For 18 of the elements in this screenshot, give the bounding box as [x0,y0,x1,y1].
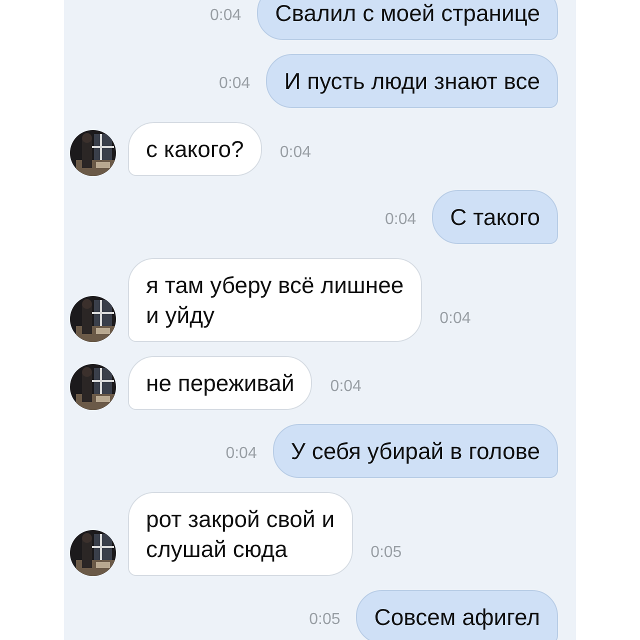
message-time: 0:04 [226,445,257,463]
message-bubble: рот закрой свой и слушай сюда [128,492,353,576]
message-bubble: И пусть люди знают все [266,54,558,108]
message-time: 0:04 [440,310,471,328]
message-time: 0:05 [370,544,402,562]
message-time: 0:04 [210,7,242,25]
message-bubble: я там уберу всё лишнее и уйду [128,258,422,342]
message-bubble: С такого [432,190,558,244]
message-time: 0:04 [330,378,362,396]
message-time: 0:04 [280,144,311,162]
message-bubble: не переживай [128,356,312,410]
message-bubble: Свалил с моей странице [257,0,558,40]
message-time: 0:05 [309,611,340,629]
message-time: 0:04 [385,211,416,229]
message-bubble: У себя убирай в голове [272,424,558,478]
message-bubble: Совсем афигел [356,590,558,640]
message-time: 0:04 [219,75,250,93]
message-bubble: с какого? [128,122,262,176]
